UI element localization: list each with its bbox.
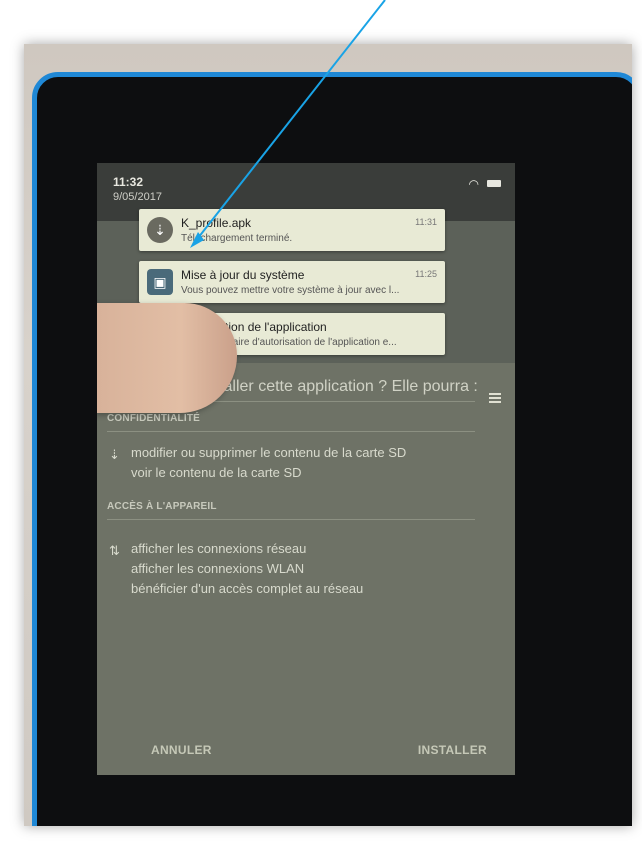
section-title-device-access: ACCÈS À L'APPAREIL bbox=[107, 501, 217, 512]
notification-download[interactable]: ⇣ K_profile.apk Téléchargement terminé. … bbox=[139, 209, 445, 251]
scroll-indicator-icon bbox=[489, 393, 501, 403]
notification-subtitle: Téléchargement terminé. bbox=[181, 233, 293, 244]
tablet-screen: Voulez-vous installer cette application … bbox=[97, 163, 515, 775]
usb-icon: ⇣ bbox=[109, 447, 120, 462]
permission-item: afficher les connexions WLAN bbox=[131, 561, 305, 576]
install-button[interactable]: INSTALLER bbox=[418, 743, 487, 757]
notification-time: 11:25 bbox=[415, 269, 437, 279]
install-dialog: Voulez-vous installer cette application … bbox=[97, 363, 515, 775]
cancel-button[interactable]: ANNULER bbox=[151, 743, 212, 757]
wifi-icon: ◠ bbox=[468, 177, 479, 191]
divider bbox=[107, 431, 475, 432]
notification-title: Mise à jour du système bbox=[181, 268, 305, 282]
permission-item: voir le contenu de la carte SD bbox=[131, 465, 302, 480]
network-icon: ⇅ bbox=[109, 543, 120, 558]
system-update-icon: ▣ bbox=[147, 269, 173, 295]
battery-icon bbox=[487, 180, 501, 187]
download-icon: ⇣ bbox=[147, 217, 173, 243]
notification-subtitle: Vous pouvez mettre votre système à jour … bbox=[181, 285, 400, 296]
permission-item: modifier ou supprimer le contenu de la c… bbox=[131, 445, 407, 460]
divider bbox=[107, 519, 475, 520]
finger bbox=[97, 303, 237, 413]
notification-title: K_profile.apk bbox=[181, 216, 252, 230]
notification-system-update[interactable]: ▣ Mise à jour du système Vous pouvez met… bbox=[139, 261, 445, 303]
tablet-device: Voulez-vous installer cette application … bbox=[32, 72, 632, 826]
photo-frame: Voulez-vous installer cette application … bbox=[24, 44, 632, 826]
permission-item: bénéficier d'un accès complet au réseau bbox=[131, 581, 364, 596]
permission-item: afficher les connexions réseau bbox=[131, 541, 307, 556]
notification-time: 11:31 bbox=[415, 217, 437, 227]
status-time: 11:32 bbox=[113, 175, 144, 189]
status-date: 9/05/2017 bbox=[113, 191, 162, 203]
section-title-privacy: CONFIDENTIALITÉ bbox=[107, 413, 200, 424]
